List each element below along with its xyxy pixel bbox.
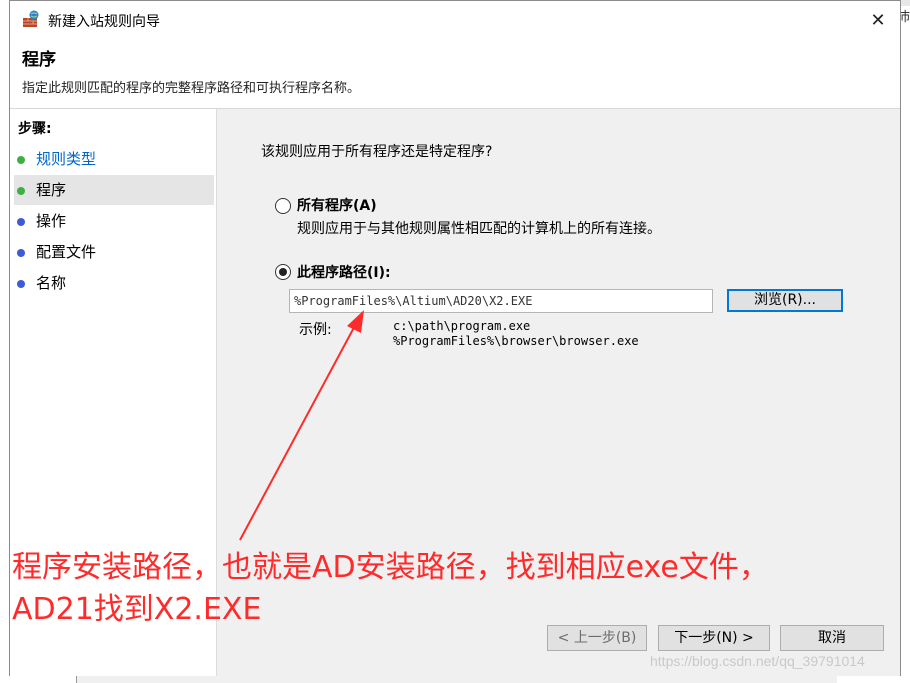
program-path-input[interactable] (289, 289, 713, 313)
back-button[interactable]: < 上一步(B) (547, 625, 647, 651)
window-title: 新建入站规则向导 (48, 14, 160, 30)
browse-button[interactable]: 浏览(R)... (727, 289, 843, 312)
example-path: %ProgramFiles%\browser\browser.exe (393, 334, 639, 348)
step-program: 程序 (14, 175, 214, 205)
title-bar[interactable]: 新建入站规则向导 ✕ (10, 1, 900, 39)
background-window-bottom (76, 676, 837, 683)
program-path-radio[interactable] (275, 264, 291, 280)
step-label: 规则类型 (36, 150, 97, 168)
step-label: 配置文件 (36, 243, 97, 261)
cancel-button[interactable]: 取消 (780, 625, 884, 651)
step-action: 操作 (14, 206, 214, 236)
step-status-dot-icon (17, 156, 25, 164)
step-label: 程序 (36, 181, 67, 199)
step-label: 名称 (36, 274, 67, 292)
all-programs-description: 规则应用于与其他规则属性相匹配的计算机上的所有连接。 (297, 221, 661, 237)
step-profile: 配置文件 (14, 237, 214, 267)
question-text: 该规则应用于所有程序还是特定程序? (261, 144, 493, 160)
step-status-dot-icon (17, 218, 25, 226)
next-button[interactable]: 下一步(N) > (658, 625, 770, 651)
annotation-text-line-2: AD21找到X2.EXE (12, 592, 262, 627)
page-description: 指定此规则匹配的程序的完整程序路径和可执行程序名称。 (22, 81, 361, 96)
all-programs-label[interactable]: 所有程序(A) (297, 195, 377, 215)
step-status-dot-icon (17, 249, 25, 257)
step-label: 操作 (36, 212, 67, 230)
steps-heading: 步骤: (18, 121, 52, 137)
watermark-text: https://blog.csdn.net/qq_39791014 (650, 653, 865, 669)
step-name: 名称 (14, 268, 214, 298)
step-rule-type[interactable]: 规则类型 (14, 144, 214, 174)
program-path-label[interactable]: 此程序路径(I): (297, 262, 391, 282)
close-button[interactable]: ✕ (864, 7, 892, 35)
annotation-text-line-1: 程序安装路径，也就是AD安装路径，找到相应exe文件， (12, 550, 769, 585)
page-title: 程序 (22, 50, 56, 70)
step-status-dot-icon (17, 280, 25, 288)
example-label: 示例: (299, 322, 332, 338)
step-status-dot-icon (17, 187, 25, 195)
all-programs-radio[interactable] (275, 198, 291, 214)
content-panel: 该规则应用于所有程序还是特定程序? 所有程序(A) 规则应用于与其他规则属性相匹… (217, 109, 900, 676)
firewall-icon (23, 10, 39, 27)
example-path: c:\path\program.exe (393, 319, 531, 333)
